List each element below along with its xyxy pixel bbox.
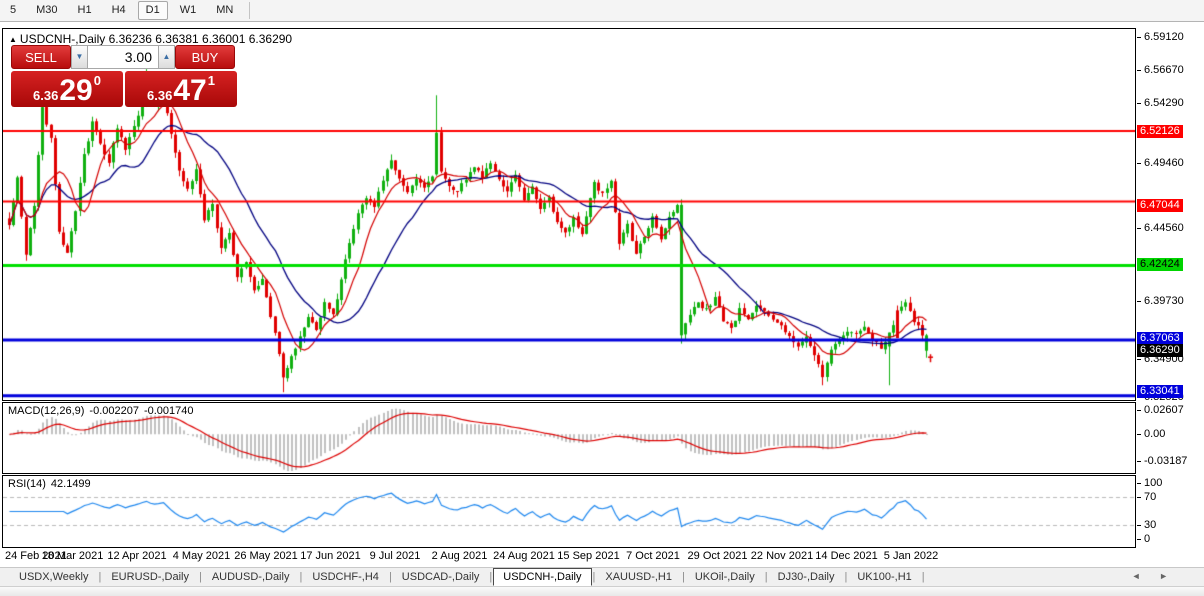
rsi-name: RSI(14) <box>8 478 46 490</box>
chart-tab-xauusd-h1[interactable]: XAUUSD-,H1 <box>596 569 681 586</box>
axis-tick-label: 6.59120 <box>1137 30 1184 44</box>
one-click-trade-widget: SELL ▼ ▲ BUY 6.36 29 0 6.36 47 <box>11 45 239 107</box>
date-tick-label: 12 Apr 2021 <box>107 550 167 562</box>
axis-tick-label: 6.54290 <box>1137 96 1184 110</box>
date-tick-label: 29 Oct 2021 <box>687 550 748 562</box>
level-price-badge: 6.47044 <box>1137 198 1183 212</box>
level-price-badge: 6.33041 <box>1137 384 1183 398</box>
tab-separator: | <box>592 571 596 583</box>
tab-separator: | <box>764 571 768 583</box>
ask-price-panel[interactable]: 6.36 47 1 <box>125 71 237 107</box>
date-tick-label: 24 Aug 2021 <box>493 550 555 562</box>
level-price-badge: 6.42424 <box>1137 257 1183 271</box>
chart-tab-eurusd-daily[interactable]: EURUSD-,Daily <box>102 569 198 586</box>
current-price-badge: 6.36290 <box>1137 343 1183 357</box>
ask-price-base: 6.36 <box>147 88 173 103</box>
date-axis[interactable]: 24 Feb 2021 18 Mar 2021 12 Apr 2021 4 May 2… <box>2 549 1136 565</box>
bid-price-pipette: 0 <box>93 73 101 88</box>
timeframe-button-m30[interactable]: M30 <box>28 1 65 20</box>
date-tick-label: 5 Jan 2022 <box>883 550 939 562</box>
macd-name: MACD(12,26,9) <box>8 405 85 417</box>
date-tick-label: 22 Nov 2021 <box>750 550 814 562</box>
chart-tab-usdcnh-daily[interactable]: USDCNH-,Daily <box>493 568 592 586</box>
chart-tab-audusd-daily[interactable]: AUDUSD-,Daily <box>203 569 299 586</box>
date-tick-label: 4 May 2021 <box>172 550 231 562</box>
axis-tick-label: 0.02607 <box>1137 403 1184 417</box>
volume-increase-button[interactable]: ▲ <box>158 45 175 69</box>
axis-tick-label: 30 <box>1137 518 1156 532</box>
axis-tick-label: 6.56670 <box>1137 63 1184 77</box>
tab-separator: | <box>682 571 685 583</box>
tab-separator: | <box>489 571 493 583</box>
tab-separator: | <box>844 571 848 583</box>
date-tick-label: 7 Oct 2021 <box>626 550 680 562</box>
chart-tab-bar: USDX,Weekly | EURUSD-,Daily | AUDUSD-,Daily |… <box>0 567 1204 586</box>
toolbar-separator <box>249 2 251 19</box>
price-axis[interactable]: 6.59120 6.56670 6.54290 6.49460 6.44560 6.397… <box>1137 28 1204 565</box>
tab-scroll-arrows[interactable]: ◄ ► <box>1132 571 1176 581</box>
date-tick-label: 14 Dec 2021 <box>815 550 878 562</box>
date-tick-label: 9 Jul 2021 <box>369 550 421 562</box>
macd-label: MACD(12,26,9) -0.002207 -0.001740 <box>8 405 199 417</box>
macd-indicator-pane: MACD(12,26,9) -0.002207 -0.001740 <box>2 402 1136 474</box>
axis-tick-label: 6.49460 <box>1137 156 1184 170</box>
main-chart-pane: ▲ USDCNH-,Daily 6.36236 6.36381 6.36001 6… <box>2 28 1136 401</box>
timeframe-button-mn[interactable]: MN <box>208 1 241 20</box>
rsi-canvas[interactable] <box>3 476 1135 547</box>
rsi-label: RSI(14) 42.1499 <box>8 478 96 490</box>
bid-price-pips: 29 <box>59 74 93 107</box>
ask-price-pips: 47 <box>173 74 207 107</box>
symbol-ohlc-label: USDCNH-,Daily 6.36236 6.36381 6.36001 6.… <box>19 32 293 46</box>
macd-main-value: -0.002207 <box>89 405 139 417</box>
tab-separator: | <box>299 571 303 583</box>
date-tick-label: 17 Jun 2021 <box>300 550 361 562</box>
macd-signal-value: -0.001740 <box>143 405 194 417</box>
rsi-value: 42.1499 <box>50 478 91 490</box>
date-tick-label: 26 May 2021 <box>234 550 298 562</box>
chart-tab-uk100-h1[interactable]: UK100-,H1 <box>848 569 920 586</box>
rsi-indicator-pane: RSI(14) 42.1499 <box>2 475 1136 548</box>
volume-decrease-button[interactable]: ▼ <box>71 45 88 69</box>
volume-input[interactable] <box>88 45 158 69</box>
axis-tick-label: 6.39730 <box>1137 294 1184 308</box>
sell-button[interactable]: SELL <box>11 45 71 69</box>
timeframe-button-5[interactable]: 5 <box>2 1 24 20</box>
axis-tick-label: 6.44560 <box>1137 221 1184 235</box>
status-bar <box>0 586 1204 596</box>
trading-platform-window: 5 M30 H1 H4 D1 W1 MN ▲ USDCNH-,Daily 6.36236 6.… <box>0 0 1204 596</box>
chart-tab-usdchf-h4[interactable]: USDCHF-,H4 <box>303 569 388 586</box>
tab-separator: | <box>921 571 925 583</box>
date-tick-label: 18 Mar 2021 <box>41 550 104 562</box>
timeframe-button-h4[interactable]: H4 <box>104 1 134 20</box>
chart-tab-dj30-daily[interactable]: DJ30-,Daily <box>769 569 844 586</box>
tab-separator: | <box>198 571 202 583</box>
axis-tick-label: 0 <box>1137 532 1150 546</box>
collapse-triangle-icon[interactable]: ▲ <box>9 35 17 44</box>
level-price-badge: 6.52126 <box>1137 124 1183 138</box>
chart-tab-ukoil-daily[interactable]: UKOil-,Daily <box>686 569 764 586</box>
buy-button[interactable]: BUY <box>175 45 235 69</box>
date-tick-label: 15 Sep 2021 <box>557 550 620 562</box>
timeframe-button-w1[interactable]: W1 <box>172 1 205 20</box>
axis-tick-label: 100 <box>1137 476 1162 490</box>
chart-window: ▲ USDCNH-,Daily 6.36236 6.36381 6.36001 6… <box>2 28 1136 549</box>
axis-tick-label: -0.03187 <box>1137 454 1187 468</box>
axis-tick-label: 70 <box>1137 490 1156 504</box>
tab-separator: | <box>388 571 392 583</box>
timeframe-button-d1[interactable]: D1 <box>137 1 168 20</box>
bid-price-panel[interactable]: 6.36 29 0 <box>11 71 123 107</box>
bid-price-base: 6.36 <box>33 88 59 103</box>
axis-tick-label: 0.00 <box>1137 427 1165 441</box>
chart-tab-usdx-weekly[interactable]: USDX,Weekly <box>10 569 97 586</box>
timeframe-button-h1[interactable]: H1 <box>70 1 100 20</box>
date-tick-label: 2 Aug 2021 <box>431 550 488 562</box>
ask-price-pipette: 1 <box>207 73 215 88</box>
chart-symbol-header: ▲ USDCNH-,Daily 6.36236 6.36381 6.36001 6… <box>9 32 292 46</box>
timeframe-toolbar: 5 M30 H1 H4 D1 W1 MN <box>0 0 1204 22</box>
tab-separator: | <box>98 571 102 583</box>
chart-tab-usdcad-daily[interactable]: USDCAD-,Daily <box>393 569 489 586</box>
